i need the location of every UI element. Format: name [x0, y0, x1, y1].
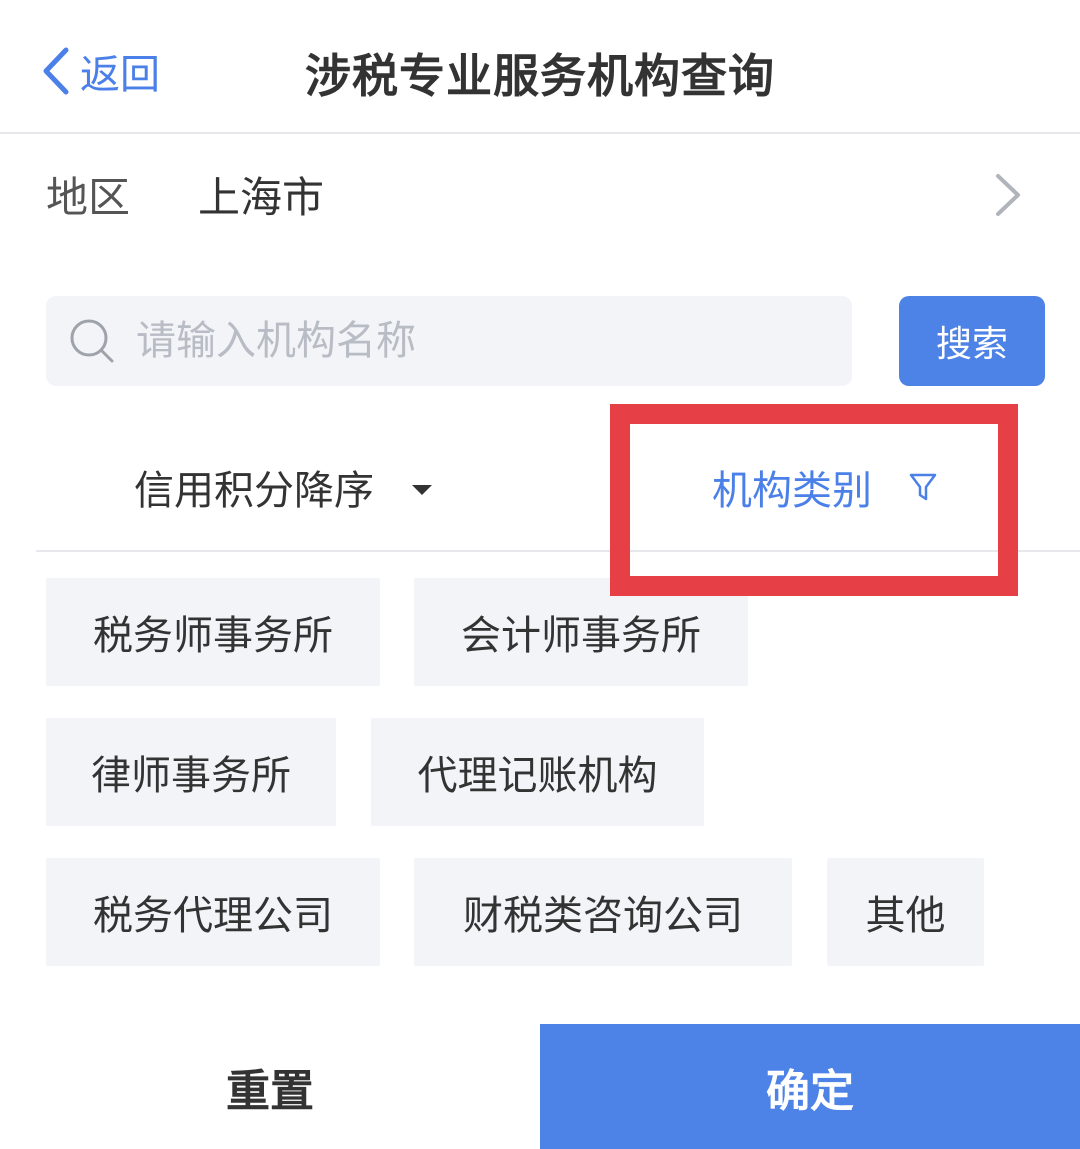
nav-bar: 返回 涉税专业服务机构查询: [0, 0, 1080, 134]
region-selector[interactable]: 地区 上海市: [0, 136, 1080, 246]
category-chip-tax-consulting[interactable]: 财税类咨询公司: [414, 858, 792, 966]
filter-funnel-icon: [909, 473, 937, 501]
category-filter[interactable]: 机构类别: [712, 460, 938, 514]
category-filter-label: 机构类别: [712, 468, 872, 514]
search-button[interactable]: 搜索: [899, 296, 1045, 386]
category-chip-tax-agency[interactable]: 税务代理公司: [46, 858, 380, 966]
divider: [36, 550, 1080, 552]
chevron-right-icon: [996, 174, 1020, 216]
category-chip-law-firm[interactable]: 律师事务所: [46, 718, 336, 826]
category-chip-bookkeeping[interactable]: 代理记账机构: [371, 718, 704, 826]
page-title: 涉税专业服务机构查询: [305, 49, 775, 103]
region-value: 上海市: [198, 173, 325, 222]
caret-down-icon: [412, 485, 432, 495]
confirm-button[interactable]: 确定: [540, 1024, 1080, 1149]
region-label: 地区: [46, 173, 131, 222]
search-box: [46, 296, 852, 386]
search-icon: [70, 319, 114, 363]
category-chip-tax-firm[interactable]: 税务师事务所: [46, 578, 380, 686]
reset-button[interactable]: 重置: [0, 1024, 540, 1149]
category-chip-accounting-firm[interactable]: 会计师事务所: [414, 578, 748, 686]
sort-dropdown[interactable]: 信用积分降序: [134, 460, 434, 514]
sort-label: 信用积分降序: [134, 468, 374, 514]
search-input[interactable]: [136, 318, 786, 364]
category-chip-other[interactable]: 其他: [827, 858, 984, 966]
footer: 重置 确定: [0, 1024, 1080, 1149]
